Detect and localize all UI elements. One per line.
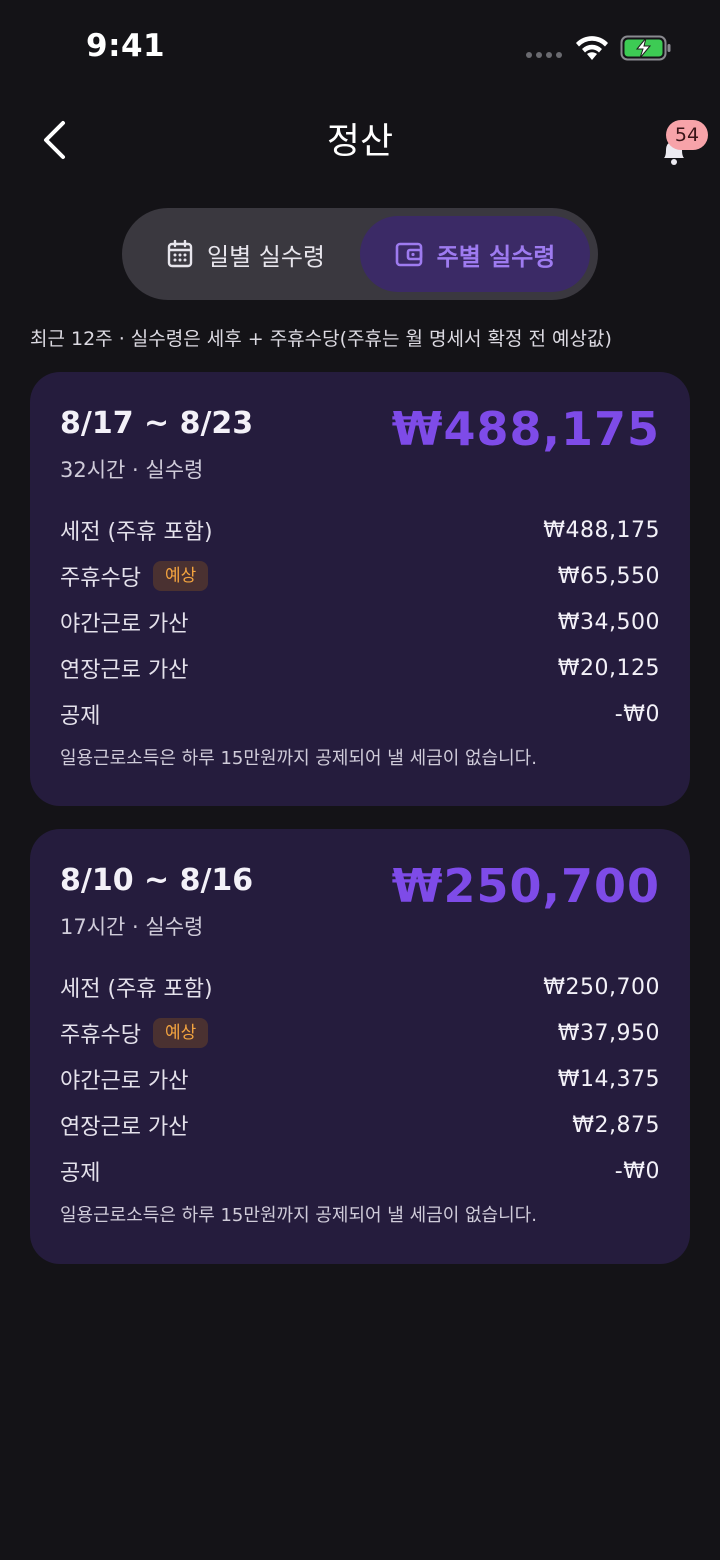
wifi-icon	[576, 36, 608, 60]
row-label: 세전 (주휴 포함)	[60, 977, 213, 1002]
week-net-amount: ₩250,700	[391, 859, 660, 913]
status-time: 9:41	[86, 28, 166, 64]
row-label: 주휴수당	[60, 1023, 141, 1048]
page-title: 정산	[326, 121, 394, 162]
week-net-amount: ₩488,175	[391, 402, 660, 456]
row-label-group: 주휴수당 예상	[60, 1017, 209, 1049]
notification-badge: 54	[666, 120, 708, 150]
row-value: -₩0	[614, 1158, 660, 1184]
overtime-row: 연장근로 가산 ₩20,125	[60, 650, 660, 686]
week-card[interactable]: 8/17 ~ 8/23 32시간 · 실수령 ₩488,175 세전 (주휴 포…	[30, 372, 690, 806]
battery-charging-icon	[620, 35, 671, 61]
row-value: ₩14,375	[557, 1066, 660, 1092]
row-value: -₩0	[614, 701, 660, 727]
tax-footnote: 일용근로소득은 하루 15만원까지 공제되어 낼 세금이 없습니다.	[60, 1205, 537, 1226]
tax-footnote: 일용근로소득은 하루 15만원까지 공제되어 낼 세금이 없습니다.	[60, 748, 537, 769]
estimate-badge: 예상	[152, 561, 209, 591]
week-range: 8/10 ~ 8/16	[60, 863, 254, 898]
row-value: ₩20,125	[557, 655, 660, 681]
row-label: 연장근로 가산	[60, 1115, 189, 1140]
weekly-holiday-pay-row: 주휴수당 예상 ₩37,950	[60, 1015, 660, 1051]
wallet-icon	[395, 242, 422, 267]
row-value: ₩2,875	[572, 1112, 660, 1138]
tab-daily-net-pay[interactable]: 일별 실수령	[132, 216, 360, 292]
cellular-signal-icon	[526, 52, 562, 58]
pretax-row: 세전 (주휴 포함) ₩250,700	[60, 969, 660, 1005]
row-label: 야간근로 가산	[60, 1069, 189, 1094]
pretax-row: 세전 (주휴 포함) ₩488,175	[60, 512, 660, 548]
tab-weekly-label: 주별 실수령	[436, 242, 556, 271]
estimate-badge: 예상	[152, 1018, 209, 1048]
status-bar: 9:41	[0, 0, 720, 96]
row-label-group: 주휴수당 예상	[60, 560, 209, 592]
notification-button[interactable]: 54	[652, 120, 708, 168]
row-label: 주휴수당	[60, 566, 141, 591]
calendar-icon	[167, 240, 193, 268]
week-range: 8/17 ~ 8/23	[60, 406, 254, 441]
summary-note: 최근 12주 · 실수령은 세후 + 주휴수당(주휴는 월 명세서 확정 전 예…	[30, 328, 612, 350]
tab-weekly-net-pay[interactable]: 주별 실수령	[360, 216, 590, 292]
row-label: 공제	[60, 1161, 101, 1186]
row-label: 야간근로 가산	[60, 612, 189, 637]
night-work-row: 야간근로 가산 ₩14,375	[60, 1061, 660, 1097]
row-label: 연장근로 가산	[60, 658, 189, 683]
night-work-row: 야간근로 가산 ₩34,500	[60, 604, 660, 640]
row-value: ₩37,950	[557, 1020, 660, 1046]
row-label: 세전 (주휴 포함)	[60, 520, 213, 545]
row-label: 공제	[60, 704, 101, 729]
row-value: ₩250,700	[543, 974, 660, 1000]
row-value: ₩488,175	[543, 517, 660, 543]
overtime-row: 연장근로 가산 ₩2,875	[60, 1107, 660, 1143]
row-value: ₩65,550	[557, 563, 660, 589]
tab-daily-label: 일별 실수령	[206, 242, 326, 271]
week-card[interactable]: 8/10 ~ 8/16 17시간 · 실수령 ₩250,700 세전 (주휴 포…	[30, 829, 690, 1264]
view-segmented-control: 일별 실수령 주별 실수령	[122, 208, 598, 300]
weekly-holiday-pay-row: 주휴수당 예상 ₩65,550	[60, 558, 660, 594]
deduction-row: 공제 -₩0	[60, 1153, 660, 1189]
deduction-row: 공제 -₩0	[60, 696, 660, 732]
week-hours: 32시간 · 실수령	[60, 458, 204, 482]
week-hours: 17시간 · 실수령	[60, 915, 204, 939]
row-value: ₩34,500	[557, 609, 660, 635]
